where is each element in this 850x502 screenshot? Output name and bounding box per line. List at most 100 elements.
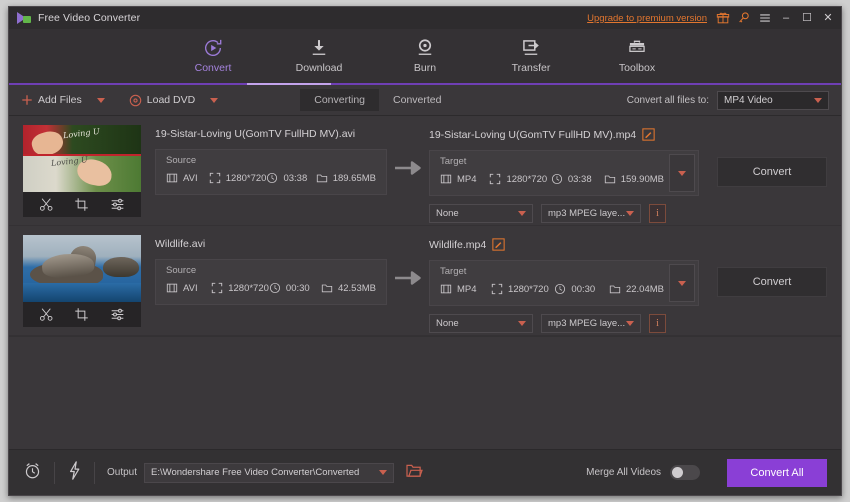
folder-icon [609, 285, 621, 294]
trim-icon[interactable] [39, 197, 54, 212]
convert-all-format-select[interactable]: MP4 Video [717, 90, 829, 110]
edit-icon[interactable] [492, 238, 505, 251]
target-settings-dropdown[interactable] [669, 264, 695, 302]
titlebar-controls: Upgrade to premium version – ☐ ✕ [587, 11, 835, 25]
output-path-value: E:\Wondershare Free Video Converter\Conv… [151, 467, 360, 478]
file-row: Wildlife.avi Source AVI 1280*720 00:30 4… [9, 226, 841, 336]
crop-icon[interactable] [74, 197, 89, 212]
folder-icon [321, 284, 333, 293]
close-button[interactable]: ✕ [821, 12, 835, 24]
target-duration: 00:30 [554, 283, 609, 295]
chevron-down-icon [626, 211, 634, 216]
target-caption: Target [440, 266, 467, 277]
folder-icon [604, 175, 615, 184]
nav-tab-download[interactable]: Download [288, 36, 350, 74]
subtitle-select[interactable]: None [429, 314, 533, 333]
target-resolution-value: 1280*720 [506, 173, 548, 185]
effect-icon[interactable] [110, 197, 125, 212]
target-duration-value: 00:30 [571, 283, 596, 295]
tab-converted[interactable]: Converted [379, 89, 455, 111]
convert-button[interactable]: Convert [717, 267, 827, 297]
target-caption: Target [440, 156, 467, 167]
source-panel: Source AVI 1280*720 03:38 189.65MB [155, 149, 387, 195]
convert-all-button[interactable]: Convert All [727, 458, 827, 487]
convert-all-format-value: MP4 Video [724, 94, 773, 106]
output-path-field[interactable]: E:\Wondershare Free Video Converter\Conv… [144, 462, 395, 483]
source-panel: Source AVI 1280*720 00:30 42.53MB [155, 259, 387, 305]
merge-all-videos-toggle[interactable] [670, 465, 700, 480]
source-duration-value: 03:38 [283, 172, 308, 184]
hamburger-menu-icon[interactable] [758, 11, 772, 25]
trim-icon[interactable] [39, 307, 54, 322]
minimize-button[interactable]: – [779, 12, 793, 24]
resolution-icon [209, 172, 220, 184]
source-resolution-value: 1280*720 [228, 282, 269, 294]
target-column: Wildlife.mp4 Target MP4 1280*720 00:30 2… [429, 235, 699, 333]
conversion-arrow [387, 125, 429, 175]
chevron-down-icon[interactable] [379, 470, 388, 475]
edit-icon[interactable] [642, 128, 655, 141]
load-dvd-dropdown-icon[interactable] [210, 97, 219, 103]
target-size: 159.90MB [604, 173, 664, 185]
alarm-clock-icon[interactable] [23, 461, 42, 485]
source-duration-value: 00:30 [285, 282, 310, 294]
film-icon [440, 284, 452, 294]
convert-all-to-label: Convert all files to: [626, 94, 709, 106]
audio-select[interactable]: mp3 MPEG laye... [541, 314, 641, 333]
nav-tab-transfer[interactable]: Transfer [500, 36, 562, 74]
source-file-name: 19-Sistar-Loving U(GomTV FullHD MV).avi [155, 128, 356, 140]
crop-icon[interactable] [74, 307, 89, 322]
info-button[interactable]: i [649, 314, 666, 333]
nav-label-transfer: Transfer [511, 62, 551, 74]
target-column: 19-Sistar-Loving U(GomTV FullHD MV).mp4 … [429, 125, 699, 223]
nav-tab-toolbox[interactable]: Toolbox [606, 36, 668, 74]
subtitle-value: None [436, 208, 459, 219]
source-format: AVI [166, 282, 211, 294]
info-button[interactable]: i [649, 204, 666, 223]
target-file-name-row: Wildlife.mp4 [429, 238, 699, 251]
film-icon [166, 283, 178, 293]
target-format-value: MP4 [457, 173, 477, 185]
convert-all-format-group: Convert all files to: MP4 Video [626, 90, 829, 110]
nav-label-convert: Convert [194, 62, 232, 74]
resolution-icon [491, 283, 503, 295]
chevron-down-icon [518, 211, 526, 216]
target-settings-dropdown[interactable] [669, 154, 695, 192]
video-thumbnail[interactable] [23, 235, 141, 327]
source-column: 19-Sistar-Loving U(GomTV FullHD MV).avi … [141, 125, 387, 195]
file-list: Loving U Loving U 19-Sistar-Loving U(Gom… [9, 116, 841, 449]
key-icon[interactable] [737, 11, 751, 25]
download-icon [309, 36, 329, 59]
effect-icon[interactable] [110, 307, 125, 322]
merge-all-videos-label: Merge All Videos [586, 467, 661, 478]
load-dvd-button[interactable]: Load DVD [129, 94, 219, 107]
source-caption: Source [166, 155, 197, 166]
gift-icon[interactable] [716, 11, 730, 25]
divider [54, 461, 55, 484]
lightning-icon[interactable] [67, 460, 82, 485]
target-options: None mp3 MPEG laye... i [429, 314, 699, 333]
audio-value: mp3 MPEG laye... [548, 318, 626, 329]
target-file-name-row: 19-Sistar-Loving U(GomTV FullHD MV).mp4 [429, 128, 699, 141]
app-title: Free Video Converter [38, 12, 141, 24]
add-files-button[interactable]: Add Files [21, 94, 105, 106]
audio-select[interactable]: mp3 MPEG laye... [541, 204, 641, 223]
target-duration-value: 03:38 [567, 173, 592, 185]
tab-converting[interactable]: Converting [300, 89, 380, 111]
nav-tab-convert[interactable]: Convert [182, 36, 244, 74]
thumbnail-toolbar [23, 192, 141, 217]
subtitle-select[interactable]: None [429, 204, 533, 223]
action-toolbar: Add Files Load DVD Converting Converted … [9, 85, 841, 116]
open-folder-icon[interactable] [406, 463, 423, 483]
upgrade-link[interactable]: Upgrade to premium version [587, 13, 707, 24]
nav-label-toolbox: Toolbox [618, 62, 656, 74]
video-thumbnail[interactable]: Loving U Loving U [23, 125, 141, 217]
maximize-button[interactable]: ☐ [800, 12, 814, 24]
source-resolution: 1280*720 [211, 282, 269, 294]
convert-button[interactable]: Convert [717, 157, 827, 187]
main-navigation: Convert Download Burn Transfer Toolbox [9, 29, 841, 85]
clock-icon [555, 283, 566, 295]
nav-tab-burn[interactable]: Burn [394, 36, 456, 74]
clock-icon [267, 172, 278, 184]
add-files-dropdown-icon[interactable] [96, 97, 105, 103]
